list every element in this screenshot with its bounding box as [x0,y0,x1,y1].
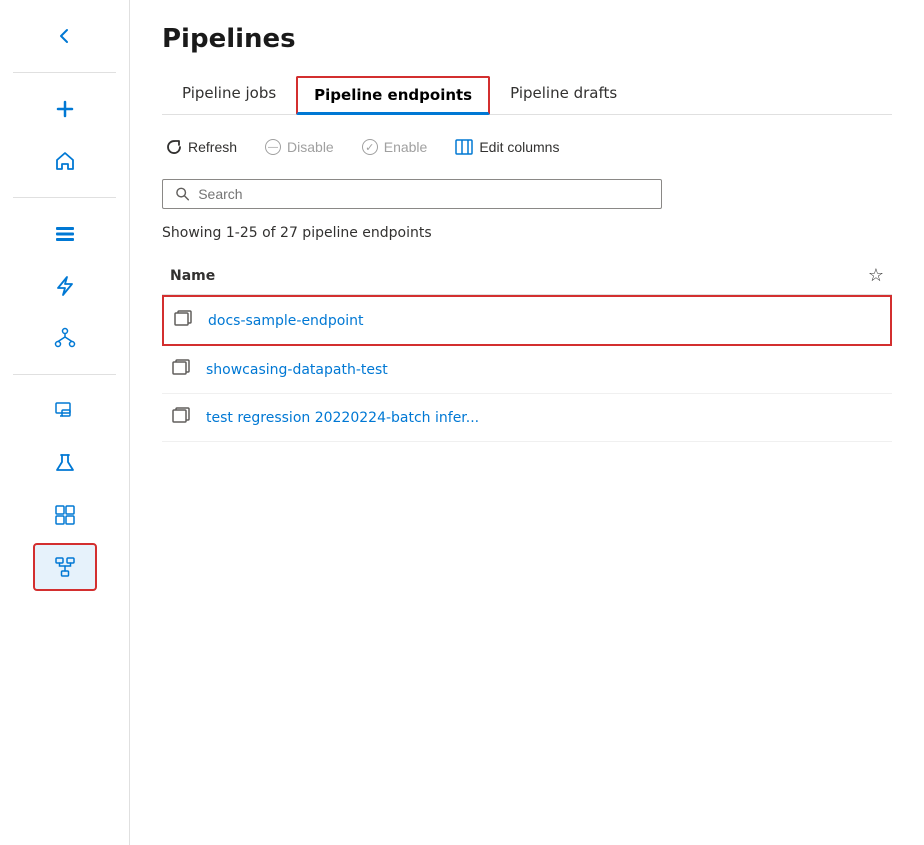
endpoint-name-link[interactable]: docs-sample-endpoint [208,313,882,329]
sidebar-item-list[interactable] [33,210,97,258]
endpoint-name-link[interactable]: showcasing-datapath-test [206,362,884,378]
column-name-header: Name [162,268,844,284]
sidebar [0,0,130,845]
endpoint-name-link[interactable]: test regression 20220224-batch infer... [206,410,884,426]
enable-icon: ✓ [362,139,378,155]
sidebar-divider-3 [13,374,116,375]
sidebar-divider-1 [13,72,116,73]
sidebar-item-back[interactable] [33,12,97,60]
table-row[interactable]: showcasing-datapath-test [162,346,892,394]
toolbar: Refresh — Disable ✓ Enable Edit columns [162,135,892,159]
search-icon [175,186,190,202]
sidebar-item-pipelines[interactable] [33,543,97,591]
tab-pipeline-jobs[interactable]: Pipeline jobs [162,74,296,115]
tab-pipeline-endpoints[interactable]: Pipeline endpoints [296,76,490,115]
search-input[interactable] [198,186,649,202]
tab-pipeline-endpoints-wrapper: Pipeline endpoints [296,76,490,115]
disable-button[interactable]: — Disable [261,135,338,159]
tabs-container: Pipeline jobs Pipeline endpoints Pipelin… [162,74,892,115]
search-box[interactable] [162,179,662,209]
refresh-button[interactable]: Refresh [162,135,241,159]
edit-columns-button[interactable]: Edit columns [451,135,563,159]
table-row[interactable]: test regression 20220224-batch infer... [162,394,892,442]
page-title: Pipelines [162,24,892,54]
endpoint-icon [172,309,196,332]
main-content: Pipelines Pipeline jobs Pipeline endpoin… [130,0,924,845]
search-container [162,179,892,209]
table-row[interactable]: docs-sample-endpoint [162,295,892,346]
sidebar-item-flask[interactable] [33,439,97,487]
refresh-icon [166,139,182,155]
table-header: Name ☆ [162,257,892,295]
star-column-header[interactable]: ☆ [860,265,892,286]
sidebar-item-monitor[interactable] [33,387,97,435]
sidebar-item-grid[interactable] [33,491,97,539]
sidebar-divider-2 [13,197,116,198]
endpoint-icon [170,358,194,381]
edit-columns-icon [455,139,473,155]
disable-icon: — [265,139,281,155]
enable-button[interactable]: ✓ Enable [358,135,432,159]
table-container: Name ☆ docs-sample-endpoint showcasing-d… [162,257,892,821]
sidebar-item-lightning[interactable] [33,262,97,310]
sidebar-item-home[interactable] [33,137,97,185]
tab-pipeline-drafts[interactable]: Pipeline drafts [490,74,637,115]
endpoint-icon [170,406,194,429]
result-count: Showing 1-25 of 27 pipeline endpoints [162,225,892,241]
sidebar-item-add[interactable] [33,85,97,133]
sidebar-item-network[interactable] [33,314,97,362]
